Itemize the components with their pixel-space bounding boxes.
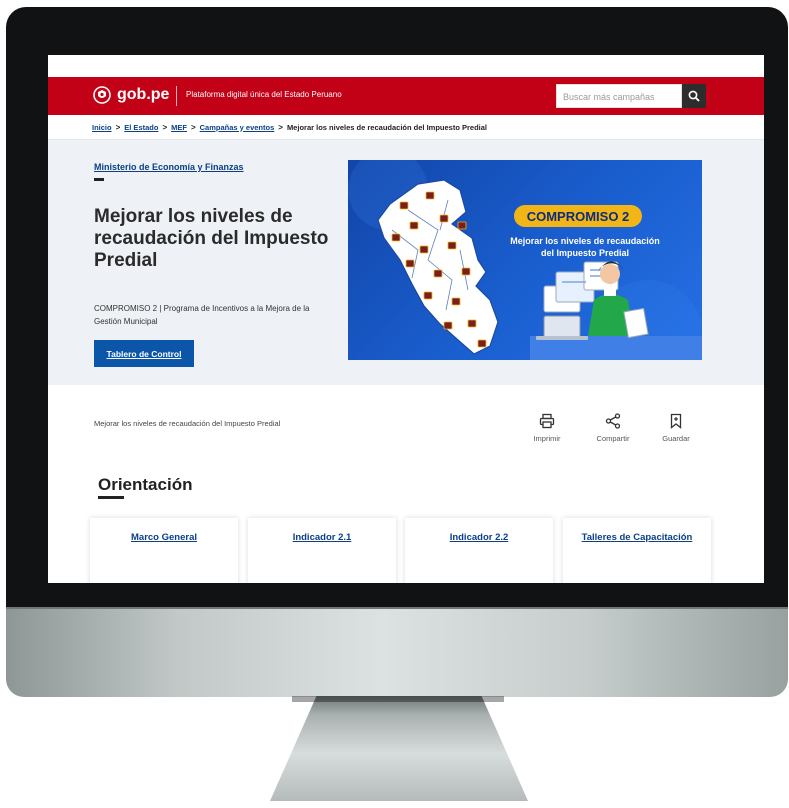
header-tagline: Plataforma digital única del Estado Peru… [186,90,342,99]
orientation-card-indicador-2-2[interactable]: Indicador 2.2 [405,518,553,583]
bookmark-icon [670,413,682,429]
save-button[interactable]: Guardar [651,413,701,443]
search-box [556,84,683,108]
banner-headline-line1: Mejorar los niveles de recaudación [510,236,660,246]
browser-screen: gob.pe Plataforma digital única del Esta… [48,55,764,583]
save-label: Guardar [662,434,690,443]
print-button[interactable]: Imprimir [522,413,572,443]
orientation-card-indicador-2-1[interactable]: Indicador 2.1 [248,518,396,583]
share-button[interactable]: Compartir [588,413,638,443]
monitor-stand [270,696,528,801]
card-link[interactable]: Marco General [131,532,197,583]
banner-headline-line2: del Impuesto Predial [540,248,630,258]
breadcrumb-link-estado[interactable]: El Estado [124,123,158,132]
breadcrumb-current: Mejorar los niveles de recaudación del I… [286,122,488,132]
logo-text: gob.pe [117,86,170,103]
card-link[interactable]: Indicador 2.2 [450,532,509,583]
search-icon [688,90,700,102]
page-title: Mejorar los niveles de recaudación del I… [94,206,329,271]
section-title-underline [98,496,124,499]
banner-commitment-pill: COMPROMISO 2 [514,205,642,227]
card-link[interactable]: Indicador 2.1 [293,532,352,583]
breadcrumb-separator: > [162,122,168,132]
breadcrumb-link-inicio[interactable]: Inicio [92,123,112,132]
ministry-link[interactable]: Ministerio de Economía y Finanzas [94,162,244,172]
ministry-underline [94,178,104,181]
breadcrumb: Inicio > El Estado > MEF > Campañas y ev… [92,119,487,135]
peru-map-shape [377,179,499,355]
shield-logo-icon [93,86,111,104]
breadcrumb-separator: > [190,122,196,132]
print-icon [539,413,555,429]
search-button[interactable] [682,84,706,108]
orientation-card-marco-general[interactable]: Marco General [90,518,238,583]
share-label: Compartir [596,434,630,443]
page-description: Mejorar los niveles de recaudación del I… [94,419,281,428]
orientation-card-talleres[interactable]: Talleres de Capacitación [563,518,711,583]
section-title: Orientación [98,475,193,494]
site-logo[interactable]: gob.pe [92,85,169,105]
breadcrumb-link-campanas[interactable]: Campañas y eventos [200,123,275,132]
search-input[interactable] [561,86,683,108]
print-label: Imprimir [533,434,561,443]
campaign-banner: COMPROMISO 2 Mejorar los niveles de reca… [348,160,702,360]
monitor-chin [6,607,788,697]
breadcrumb-separator: > [278,122,283,132]
monitor: gob.pe Plataforma digital única del Esta… [6,7,788,697]
page-subtitle: COMPROMISO 2 | Programa de Incentivos a … [94,304,310,326]
card-link[interactable]: Talleres de Capacitación [582,532,693,583]
monitor-stand-shadow [292,696,504,702]
hero-section: Ministerio de Economía y Finanzas Mejora… [48,140,764,385]
dashboard-button[interactable]: Tablero de Control [94,340,194,367]
breadcrumb-link-mef[interactable]: MEF [171,123,187,132]
page-tools: Mejorar los niveles de recaudación del I… [48,385,764,455]
site-header: gob.pe Plataforma digital única del Esta… [48,77,764,115]
share-icon [605,413,621,429]
banner-illustration [348,160,702,360]
breadcrumb-separator: > [115,122,121,132]
header-divider [176,86,177,106]
